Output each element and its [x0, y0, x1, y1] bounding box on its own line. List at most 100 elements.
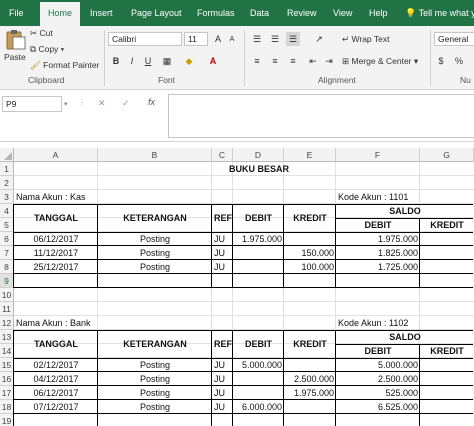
select-all-corner[interactable]	[0, 148, 14, 162]
cell-debit[interactable]: 5.000.000	[233, 358, 284, 372]
number-format-select[interactable]: General	[434, 32, 474, 46]
header-kredit[interactable]: KREDIT	[284, 204, 336, 232]
cell-keterangan[interactable]: Posting	[98, 260, 212, 274]
row-header[interactable]: 15	[0, 358, 14, 372]
header-keterangan[interactable]: KETERANGAN	[98, 204, 212, 232]
cell-ref[interactable]: JU	[212, 386, 233, 400]
tab-page-layout[interactable]: Page Layout	[126, 0, 187, 26]
header-saldo[interactable]: SALDO	[336, 204, 474, 218]
account-code[interactable]: Kode Akun : 1102	[336, 316, 420, 330]
cell-ref[interactable]: JU	[212, 246, 233, 260]
cell-keterangan[interactable]: Posting	[98, 358, 212, 372]
account-name[interactable]: Nama Akun : Bank	[14, 316, 212, 330]
cell-kredit[interactable]	[284, 358, 336, 372]
cell-saldo-debit[interactable]: 525.000	[336, 386, 420, 400]
row-header[interactable]: 6	[0, 232, 14, 246]
function-icon[interactable]: fx	[148, 97, 155, 107]
row-header[interactable]: 2	[0, 176, 14, 190]
column-header[interactable]: F	[336, 148, 420, 162]
cell-ref[interactable]: JU	[212, 232, 233, 246]
orientation-icon[interactable]: ↗	[312, 32, 326, 46]
row-header[interactable]: 18	[0, 400, 14, 414]
cell-debit[interactable]	[233, 386, 284, 400]
row-header[interactable]: 11	[0, 302, 14, 316]
cell-saldo-kredit[interactable]	[420, 232, 474, 246]
cell-saldo-debit[interactable]: 2.500.000	[336, 372, 420, 386]
confirm-icon[interactable]: ✓	[122, 98, 130, 109]
currency-icon[interactable]: $	[434, 54, 448, 68]
tab-view[interactable]: View	[328, 0, 357, 26]
cell-ref[interactable]: JU	[212, 372, 233, 386]
tab-home[interactable]: Home	[40, 2, 80, 26]
row-header[interactable]: 8	[0, 260, 14, 274]
format-painter-button[interactable]: 🖌 Format Painter	[30, 60, 99, 71]
header-tanggal[interactable]: TANGGAL	[14, 204, 98, 232]
row-header[interactable]: 3	[0, 190, 14, 204]
row-header[interactable]: 16	[0, 372, 14, 386]
cancel-icon[interactable]: ✕	[98, 98, 106, 109]
row-header[interactable]: 17	[0, 386, 14, 400]
wrap-text-button[interactable]: ↵ Wrap Text	[342, 34, 389, 45]
paste-icon[interactable]	[4, 30, 26, 50]
cell-tanggal[interactable]: 07/12/2017	[14, 400, 98, 414]
cell-kredit[interactable]	[284, 232, 336, 246]
align-right-icon[interactable]: ≡	[286, 54, 300, 68]
cell-saldo-kredit[interactable]	[420, 246, 474, 260]
cell-tanggal[interactable]: 06/12/2017	[14, 232, 98, 246]
column-header[interactable]: C	[212, 148, 233, 162]
decrease-indent-icon[interactable]: ⇤	[306, 54, 320, 68]
underline-button[interactable]: U	[141, 54, 155, 68]
cell-keterangan[interactable]: Posting	[98, 246, 212, 260]
cell-ref[interactable]: JU	[212, 260, 233, 274]
cell-saldo-kredit[interactable]	[420, 260, 474, 274]
column-header[interactable]: G	[420, 148, 474, 162]
merge-center-button[interactable]: ⊞ Merge & Center ▾	[342, 56, 418, 67]
align-top-icon[interactable]: ☰	[250, 32, 264, 46]
formula-input[interactable]	[168, 94, 474, 138]
cell-kredit[interactable]: 150.000	[284, 246, 336, 260]
row-header[interactable]: 5	[0, 218, 14, 232]
cell-keterangan[interactable]: Posting	[98, 372, 212, 386]
header-saldo-kredit[interactable]: KREDIT	[420, 344, 474, 358]
column-header[interactable]: D	[233, 148, 284, 162]
cell-debit[interactable]	[233, 372, 284, 386]
header-ref[interactable]: REF	[212, 204, 233, 232]
row-header[interactable]: 14	[0, 344, 14, 358]
cell-saldo-kredit[interactable]	[420, 400, 474, 414]
tab-review[interactable]: Review	[282, 0, 322, 26]
row-header[interactable]: 12	[0, 316, 14, 330]
chevron-down-icon[interactable]: ▾	[64, 100, 68, 108]
cell-saldo-kredit[interactable]	[420, 358, 474, 372]
grow-font-button[interactable]: A	[211, 32, 225, 46]
bold-button[interactable]: B	[109, 54, 123, 68]
row-header[interactable]: 9	[0, 274, 14, 288]
row-header[interactable]: 19	[0, 414, 14, 426]
percent-icon[interactable]: %	[452, 54, 466, 68]
tell-me-search[interactable]: 💡 Tell me what you	[400, 0, 474, 26]
cell-tanggal[interactable]: 04/12/2017	[14, 372, 98, 386]
header-saldo-debit[interactable]: DEBIT	[336, 218, 420, 232]
cell-keterangan[interactable]: Posting	[98, 232, 212, 246]
cut-button[interactable]: ✂ Cut	[30, 28, 53, 39]
font-size-select[interactable]: 11	[184, 32, 208, 46]
row-header[interactable]: 13	[0, 330, 14, 344]
tab-data[interactable]: Data	[245, 0, 274, 26]
cell-debit[interactable]: 1.975.000	[233, 232, 284, 246]
fill-color-icon[interactable]: ◆	[182, 54, 196, 68]
italic-button[interactable]: I	[125, 54, 139, 68]
row-header[interactable]: 7	[0, 246, 14, 260]
header-tanggal[interactable]: TANGGAL	[14, 330, 98, 358]
tab-file[interactable]: File	[4, 0, 29, 26]
header-kredit[interactable]: KREDIT	[284, 330, 336, 358]
column-header[interactable]: E	[284, 148, 336, 162]
cell-ref[interactable]: JU	[212, 400, 233, 414]
cell-debit[interactable]: 6.000.000	[233, 400, 284, 414]
cell-tanggal[interactable]: 11/12/2017	[14, 246, 98, 260]
cell-ref[interactable]: JU	[212, 358, 233, 372]
font-color-icon[interactable]: A	[206, 54, 220, 68]
tab-help[interactable]: Help	[364, 0, 393, 26]
cell-saldo-debit[interactable]: 1.825.000	[336, 246, 420, 260]
cell-saldo-debit[interactable]: 1.975.000	[336, 232, 420, 246]
row-header[interactable]: 10	[0, 288, 14, 302]
row-header[interactable]: 4	[0, 204, 14, 218]
